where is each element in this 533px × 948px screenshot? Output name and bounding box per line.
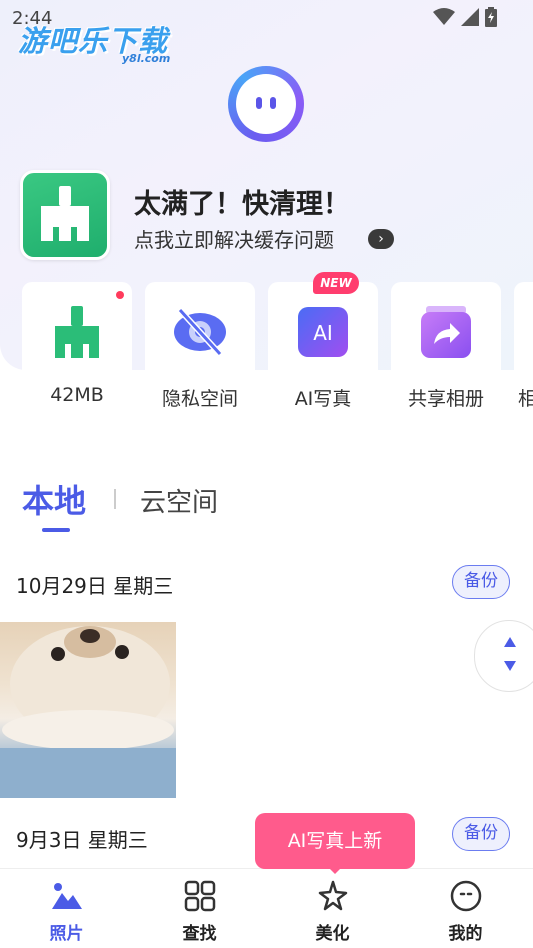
clean-cache-card[interactable]: 太满了！快清理！ 点我立即解决缓存问题 › xyxy=(20,170,520,262)
tool-label: 隐私空间 xyxy=(161,388,238,410)
clean-subtitle: 点我立即解决缓存问题 xyxy=(134,228,334,252)
signal-icon xyxy=(461,8,479,26)
nav-label: 美化 xyxy=(315,924,350,944)
photos-icon xyxy=(51,883,82,909)
status-icons xyxy=(433,7,497,27)
tool-shared-album[interactable]: 共享相册 xyxy=(391,282,501,420)
wifi-icon xyxy=(433,8,455,25)
nav-search[interactable]: 查找 xyxy=(133,869,266,948)
broom-icon xyxy=(20,170,110,260)
grid-icon xyxy=(184,880,215,912)
profile-icon xyxy=(450,880,481,912)
backup-button[interactable]: 备份 xyxy=(452,565,510,599)
nav-profile[interactable]: 我的 xyxy=(399,869,532,948)
section-date: 10月29日 星期三 xyxy=(16,574,174,598)
new-badge: NEW xyxy=(313,272,359,294)
nav-label: 照片 xyxy=(49,924,84,944)
watermark-logo: 游吧乐下载 y8l.com xyxy=(18,18,170,65)
watermark-url: y8l.com xyxy=(122,52,171,65)
mascot-eye-right xyxy=(270,97,276,109)
backup-button[interactable]: 备份 xyxy=(452,817,510,851)
mascot-eye-left xyxy=(256,97,262,109)
tab-cloud[interactable]: 云空间 xyxy=(140,482,218,519)
eye-slash-icon xyxy=(174,307,226,357)
tool-label: 共享相册 xyxy=(407,388,484,410)
arrow-up-icon xyxy=(504,637,516,647)
section-date: 9月3日 星期三 xyxy=(16,828,148,852)
magic-icon xyxy=(318,880,347,911)
tool-more[interactable]: 相 xyxy=(514,282,533,420)
ai-icon-text: AI xyxy=(313,321,333,345)
arrow-down-icon xyxy=(504,661,516,671)
dog-photo-image xyxy=(0,626,176,798)
ai-icon: AI xyxy=(298,307,348,357)
clean-title: 太满了！快清理！ xyxy=(134,189,350,220)
nav-label: 我的 xyxy=(448,924,483,944)
nav-label: 查找 xyxy=(182,924,217,944)
album-tabs: 本地 云空间 xyxy=(22,476,322,536)
tools-row: 42MB 隐私空间 AI AI写真 共享相册 相 xyxy=(22,282,533,420)
promo-tooltip-tail xyxy=(327,866,343,874)
tool-private-space[interactable]: 隐私空间 xyxy=(145,282,255,420)
share-album-icon xyxy=(421,306,471,358)
promo-tooltip[interactable]: AI写真上新 xyxy=(255,813,415,869)
tool-junk-clean[interactable]: 42MB xyxy=(22,282,132,420)
tab-active-indicator xyxy=(42,528,70,532)
tab-local[interactable]: 本地 xyxy=(22,476,86,522)
mascot-face xyxy=(236,74,296,134)
notification-dot xyxy=(116,291,124,299)
tool-label: AI写真 xyxy=(294,388,352,410)
chevron-right-icon: › xyxy=(368,229,394,249)
nav-photos[interactable]: 照片 xyxy=(0,869,133,948)
tool-label: 相 xyxy=(518,388,533,410)
mascot-avatar[interactable] xyxy=(228,66,304,142)
tool-ai-portrait[interactable]: AI AI写真 xyxy=(268,282,378,420)
photo-thumbnail[interactable] xyxy=(0,622,176,798)
nav-beautify[interactable]: 美化 xyxy=(266,869,399,948)
bottom-nav: 照片 查找 美化 我的 xyxy=(0,868,533,948)
broom-icon xyxy=(55,306,99,358)
battery-icon xyxy=(485,7,497,27)
tool-label: 42MB xyxy=(50,384,104,406)
tab-divider xyxy=(114,489,116,509)
fast-scroll-handle[interactable] xyxy=(474,620,533,692)
